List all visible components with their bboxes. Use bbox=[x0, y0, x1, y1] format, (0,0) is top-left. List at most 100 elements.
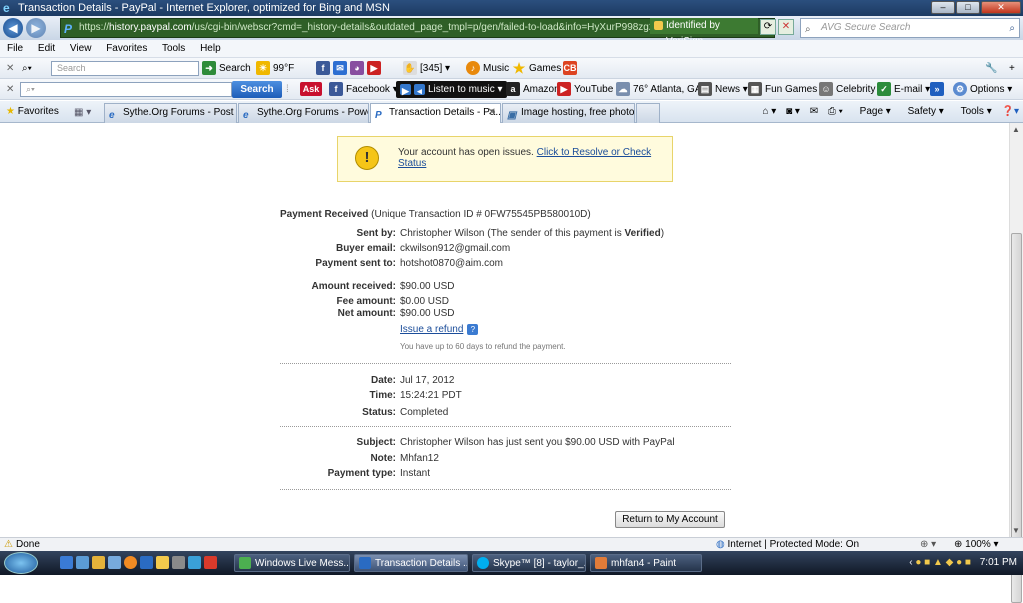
tab-sythe-post[interactable]: eSythe.Org Forums - Post N... bbox=[104, 103, 237, 123]
favorites-button[interactable]: ★ Favorites bbox=[6, 101, 59, 123]
celebrity-button[interactable]: ☺Celebrity ▾ bbox=[819, 79, 883, 100]
ask-search-button[interactable]: Search bbox=[232, 81, 282, 98]
menu-favorites[interactable]: Favorites bbox=[106, 43, 147, 54]
app2-quick-icon[interactable] bbox=[204, 556, 217, 569]
safety-menu[interactable]: Safety ▾ bbox=[901, 106, 944, 117]
celebrity-icon: ☺ bbox=[819, 82, 833, 97]
listen-music-button[interactable]: ▶ ◂ Listen to music ▾ bbox=[396, 81, 507, 98]
divider bbox=[280, 426, 731, 427]
toolbar-search-input[interactable]: Search bbox=[51, 61, 199, 76]
window-titlebar: e Transaction Details - PayPal - Interne… bbox=[0, 0, 1023, 16]
media-player-icon[interactable] bbox=[92, 556, 105, 569]
weather-button[interactable]: ☁76° Atlanta, GA ▾ bbox=[616, 79, 709, 100]
skype-quick-icon[interactable] bbox=[188, 556, 201, 569]
magnifier-icon[interactable]: ⌕▾ bbox=[22, 58, 32, 79]
games-button[interactable]: ★ Games bbox=[512, 58, 562, 79]
add-toolbar-icon[interactable]: + bbox=[1009, 58, 1015, 79]
refund-note: You have up to 60 days to refund the pay… bbox=[400, 342, 566, 351]
vertical-scrollbar[interactable]: ▲ ▼ bbox=[1009, 123, 1023, 603]
toolbar2-close-icon[interactable]: ✕ bbox=[6, 79, 14, 100]
task-paint[interactable]: mhfan4 - Paint bbox=[590, 554, 702, 572]
cb-icon: CB bbox=[563, 61, 577, 76]
issue-refund-link[interactable]: Issue a refund? bbox=[400, 324, 479, 335]
weather-widget[interactable]: ☀ 99°F bbox=[256, 58, 294, 79]
quick-tabs-icon[interactable]: ▦ ▾ bbox=[74, 104, 91, 122]
menu-help[interactable]: Help bbox=[200, 43, 221, 54]
amazon-button[interactable]: a Amazon bbox=[506, 79, 560, 100]
forward-button[interactable]: ▶ bbox=[26, 18, 46, 38]
zone-indicator[interactable]: ◍ Internet | Protected Mode: On bbox=[716, 538, 859, 551]
app-quick-icon[interactable] bbox=[172, 556, 185, 569]
chrome-icon[interactable] bbox=[124, 556, 137, 569]
task-windows-live[interactable]: Windows Live Mess... bbox=[234, 554, 350, 572]
explorer-icon[interactable] bbox=[108, 556, 121, 569]
tab-sythe-power[interactable]: eSythe.Org Forums - Power... bbox=[238, 103, 369, 123]
social-icons[interactable]: f ✉ ◕ ▶ bbox=[316, 58, 384, 79]
toolbar-search-button[interactable]: ➜ Search bbox=[202, 58, 251, 79]
ask-search-input[interactable]: ⌕▾ bbox=[20, 82, 232, 97]
switch-windows-icon[interactable] bbox=[76, 556, 89, 569]
help-icon[interactable]: ? bbox=[467, 324, 479, 335]
tray-expand-icon[interactable]: ‹ bbox=[909, 557, 912, 568]
cb-button[interactable]: CB bbox=[563, 58, 580, 79]
clock[interactable]: 7:01 PM bbox=[980, 557, 1017, 568]
page-menu[interactable]: Page ▾ bbox=[853, 106, 891, 117]
music-button[interactable]: ♪ Music bbox=[466, 58, 509, 79]
read-mail-icon[interactable]: ✉ bbox=[810, 106, 818, 117]
ie-quick-icon[interactable] bbox=[140, 556, 153, 569]
start-button[interactable] bbox=[4, 552, 38, 574]
protected-mode-icon[interactable]: ⊕ ▾ bbox=[920, 538, 936, 551]
tray-icons[interactable]: ● ■ ▲ ◆ ● ■ bbox=[915, 557, 971, 568]
menu-edit[interactable]: Edit bbox=[38, 43, 55, 54]
arrow-icon: ➜ bbox=[202, 61, 216, 76]
divider bbox=[280, 489, 731, 490]
messenger-task-icon bbox=[239, 557, 251, 569]
separator-icon: ⁞ bbox=[286, 84, 289, 95]
news-button[interactable]: ▤ News ▾ bbox=[698, 79, 748, 100]
facebook-button[interactable]: f Facebook ▾ bbox=[329, 79, 398, 100]
search-go-icon[interactable]: ⌕ bbox=[1009, 20, 1015, 38]
status-bar: ⚠ Done ◍ Internet | Protected Mode: On ⊕… bbox=[0, 537, 1023, 551]
scroll-down-icon[interactable]: ▼ bbox=[1012, 526, 1020, 535]
messenger-quick-icon[interactable] bbox=[156, 556, 169, 569]
task-transaction-details[interactable]: Transaction Details ... bbox=[354, 554, 468, 572]
menu-tools[interactable]: Tools bbox=[162, 43, 185, 54]
tab-image-hosting[interactable]: ▣ Image hosting, free photo ... bbox=[502, 103, 635, 123]
close-button[interactable]: ✕ bbox=[981, 1, 1021, 14]
refresh-button[interactable]: ⟳ bbox=[760, 19, 776, 35]
more-button[interactable]: » bbox=[930, 79, 947, 100]
tab-close-icon[interactable]: ✕ bbox=[488, 104, 496, 122]
tab-transaction-details[interactable]: P Transaction Details - Pa... ✕ bbox=[370, 103, 501, 123]
maximize-button[interactable]: □ bbox=[956, 1, 980, 14]
toolbar-close-icon[interactable]: ✕ bbox=[6, 58, 14, 79]
scroll-up-icon[interactable]: ▲ bbox=[1012, 125, 1020, 134]
email-button[interactable]: ✓ E-mail ▾ bbox=[877, 79, 930, 100]
back-button[interactable]: ◀ bbox=[3, 18, 23, 38]
volume-icon: ◂ bbox=[414, 83, 425, 96]
ask-logo[interactable]: Ask bbox=[300, 79, 325, 100]
fun-games-button[interactable]: ▦Fun Games ▾ bbox=[748, 79, 825, 100]
security-identity[interactable]: Identified by VeriSign bbox=[650, 18, 758, 47]
return-to-account-button[interactable]: Return to My Account bbox=[615, 511, 725, 528]
wrench-icon[interactable]: 🔧 bbox=[985, 58, 997, 79]
help-icon[interactable]: ❓▾ bbox=[1002, 106, 1019, 117]
paint-task-icon bbox=[595, 557, 607, 569]
options-button[interactable]: ⚙ Options ▾ bbox=[953, 79, 1012, 100]
youtube-button[interactable]: ▶ YouTube bbox=[557, 79, 613, 100]
home-icon[interactable]: ⌂ ▾ bbox=[762, 106, 776, 117]
minimize-button[interactable]: – bbox=[931, 1, 955, 14]
print-icon[interactable]: ⎙ ▾ bbox=[828, 106, 843, 117]
show-desktop-icon[interactable] bbox=[60, 556, 73, 569]
new-tab-button[interactable] bbox=[636, 103, 660, 123]
menu-view[interactable]: View bbox=[70, 43, 92, 54]
news-icon: ▤ bbox=[698, 82, 712, 97]
globe-icon: ◍ bbox=[716, 539, 725, 550]
stop-button[interactable]: ✕ bbox=[778, 19, 794, 35]
avg-search-input[interactable]: ⌕ AVG Secure Search ⌕ bbox=[800, 18, 1020, 38]
zoom-control[interactable]: ⊕ 100% ▾ bbox=[954, 538, 999, 551]
tools-menu[interactable]: Tools ▾ bbox=[954, 106, 992, 117]
mail-count[interactable]: ✋ [345] ▾ bbox=[403, 58, 450, 79]
task-skype[interactable]: Skype™ [8] - taylor_... bbox=[472, 554, 586, 572]
feeds-icon[interactable]: ◙ ▾ bbox=[786, 106, 800, 117]
menu-file[interactable]: File bbox=[7, 43, 23, 54]
